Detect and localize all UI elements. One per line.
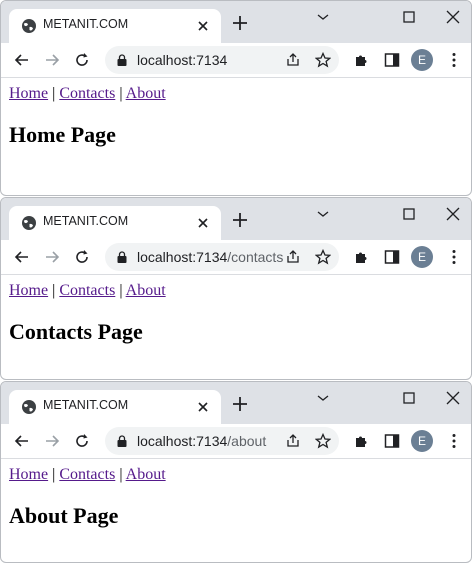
page-title: Home Page — [9, 122, 116, 147]
tab-strip: METANIT.COM — [1, 198, 471, 240]
active-tab[interactable]: METANIT.COM — [9, 9, 221, 43]
puzzle-extension-icon[interactable] — [353, 51, 371, 69]
browser-toolbar: localhost:7134/contacts E — [1, 240, 471, 275]
browser-window-home: METANIT.COM localhost:7134 E Home | Cont… — [0, 0, 472, 196]
page-content: Home | Contacts | About Contacts Page — [1, 275, 471, 351]
puzzle-extension-icon[interactable] — [353, 248, 371, 266]
close-icon[interactable] — [195, 18, 211, 34]
nav-separator: | — [119, 282, 123, 299]
nav-link-home[interactable]: Home — [9, 466, 48, 483]
lock-icon[interactable] — [117, 54, 127, 66]
maximize-icon[interactable] — [397, 204, 421, 224]
kebab-menu-icon[interactable] — [445, 51, 463, 69]
minimize-icon[interactable] — [311, 7, 335, 27]
maximize-icon[interactable] — [397, 7, 421, 27]
url-text[interactable]: localhost:7134 — [137, 52, 227, 68]
nav-link-about[interactable]: About — [126, 282, 166, 299]
minimize-icon[interactable] — [311, 388, 335, 408]
forward-arrow-icon[interactable] — [43, 248, 61, 266]
page-content: Home | Contacts | About Home Page — [1, 78, 471, 154]
close-icon[interactable] — [195, 399, 211, 415]
browser-toolbar: localhost:7134/about E — [1, 424, 471, 459]
lock-icon[interactable] — [117, 251, 127, 263]
nav-separator: | — [119, 466, 123, 483]
nav-links: Home | Contacts | About — [9, 84, 463, 104]
share-icon[interactable] — [285, 52, 301, 68]
plus-icon[interactable] — [231, 211, 249, 229]
minimize-icon[interactable] — [311, 204, 335, 224]
avatar[interactable]: E — [411, 49, 433, 71]
nav-link-about[interactable]: About — [126, 85, 166, 102]
nav-link-contacts[interactable]: Contacts — [59, 282, 115, 299]
avatar[interactable]: E — [411, 430, 433, 452]
nav-link-home[interactable]: Home — [9, 282, 48, 299]
back-arrow-icon[interactable] — [13, 51, 31, 69]
browser-toolbar: localhost:7134 E — [1, 43, 471, 78]
star-icon[interactable] — [315, 433, 331, 449]
star-icon[interactable] — [315, 52, 331, 68]
plus-icon[interactable] — [231, 14, 249, 32]
puzzle-extension-icon[interactable] — [353, 432, 371, 450]
page-title: Contacts Page — [9, 319, 143, 344]
share-icon[interactable] — [285, 433, 301, 449]
plus-icon[interactable] — [231, 395, 249, 413]
window-close-icon[interactable] — [441, 7, 465, 27]
nav-separator: | — [119, 85, 123, 102]
url-text[interactable]: localhost:7134/contacts — [137, 249, 283, 265]
address-bar[interactable]: localhost:7134/contacts — [105, 243, 339, 271]
maximize-icon[interactable] — [397, 388, 421, 408]
nav-link-contacts[interactable]: Contacts — [59, 466, 115, 483]
tab-strip: METANIT.COM — [1, 1, 471, 43]
reload-icon[interactable] — [73, 248, 91, 266]
nav-links: Home | Contacts | About — [9, 281, 463, 301]
close-icon[interactable] — [195, 215, 211, 231]
reload-icon[interactable] — [73, 432, 91, 450]
window-close-icon[interactable] — [441, 204, 465, 224]
reload-icon[interactable] — [73, 51, 91, 69]
globe-icon — [22, 400, 36, 414]
tab-title: METANIT.COM — [43, 214, 129, 228]
nav-separator: | — [52, 85, 56, 102]
star-icon[interactable] — [315, 249, 331, 265]
nav-links: Home | Contacts | About — [9, 465, 463, 485]
tab-strip: METANIT.COM — [1, 382, 471, 424]
window-close-icon[interactable] — [441, 388, 465, 408]
kebab-menu-icon[interactable] — [445, 432, 463, 450]
address-bar[interactable]: localhost:7134/about — [105, 427, 339, 455]
globe-icon — [22, 19, 36, 33]
address-bar[interactable]: localhost:7134 — [105, 46, 339, 74]
lock-icon[interactable] — [117, 435, 127, 447]
nav-separator: | — [52, 466, 56, 483]
globe-icon — [22, 216, 36, 230]
back-arrow-icon[interactable] — [13, 248, 31, 266]
active-tab[interactable]: METANIT.COM — [9, 390, 221, 424]
page-content: Home | Contacts | About About Page — [1, 459, 471, 535]
tab-title: METANIT.COM — [43, 17, 129, 31]
browser-window-contacts: METANIT.COM localhost:7134/contacts E Ho… — [0, 197, 472, 380]
tab-title: METANIT.COM — [43, 398, 129, 412]
nav-link-about[interactable]: About — [126, 466, 166, 483]
avatar[interactable]: E — [411, 246, 433, 268]
back-arrow-icon[interactable] — [13, 432, 31, 450]
side-panel-icon[interactable] — [383, 51, 401, 69]
url-text[interactable]: localhost:7134/about — [137, 433, 266, 449]
forward-arrow-icon[interactable] — [43, 432, 61, 450]
nav-link-home[interactable]: Home — [9, 85, 48, 102]
nav-link-contacts[interactable]: Contacts — [59, 85, 115, 102]
share-icon[interactable] — [285, 249, 301, 265]
browser-window-about: METANIT.COM localhost:7134/about E Home … — [0, 381, 472, 563]
kebab-menu-icon[interactable] — [445, 248, 463, 266]
page-title: About Page — [9, 503, 119, 528]
side-panel-icon[interactable] — [383, 432, 401, 450]
side-panel-icon[interactable] — [383, 248, 401, 266]
forward-arrow-icon[interactable] — [43, 51, 61, 69]
nav-separator: | — [52, 282, 56, 299]
active-tab[interactable]: METANIT.COM — [9, 206, 221, 240]
